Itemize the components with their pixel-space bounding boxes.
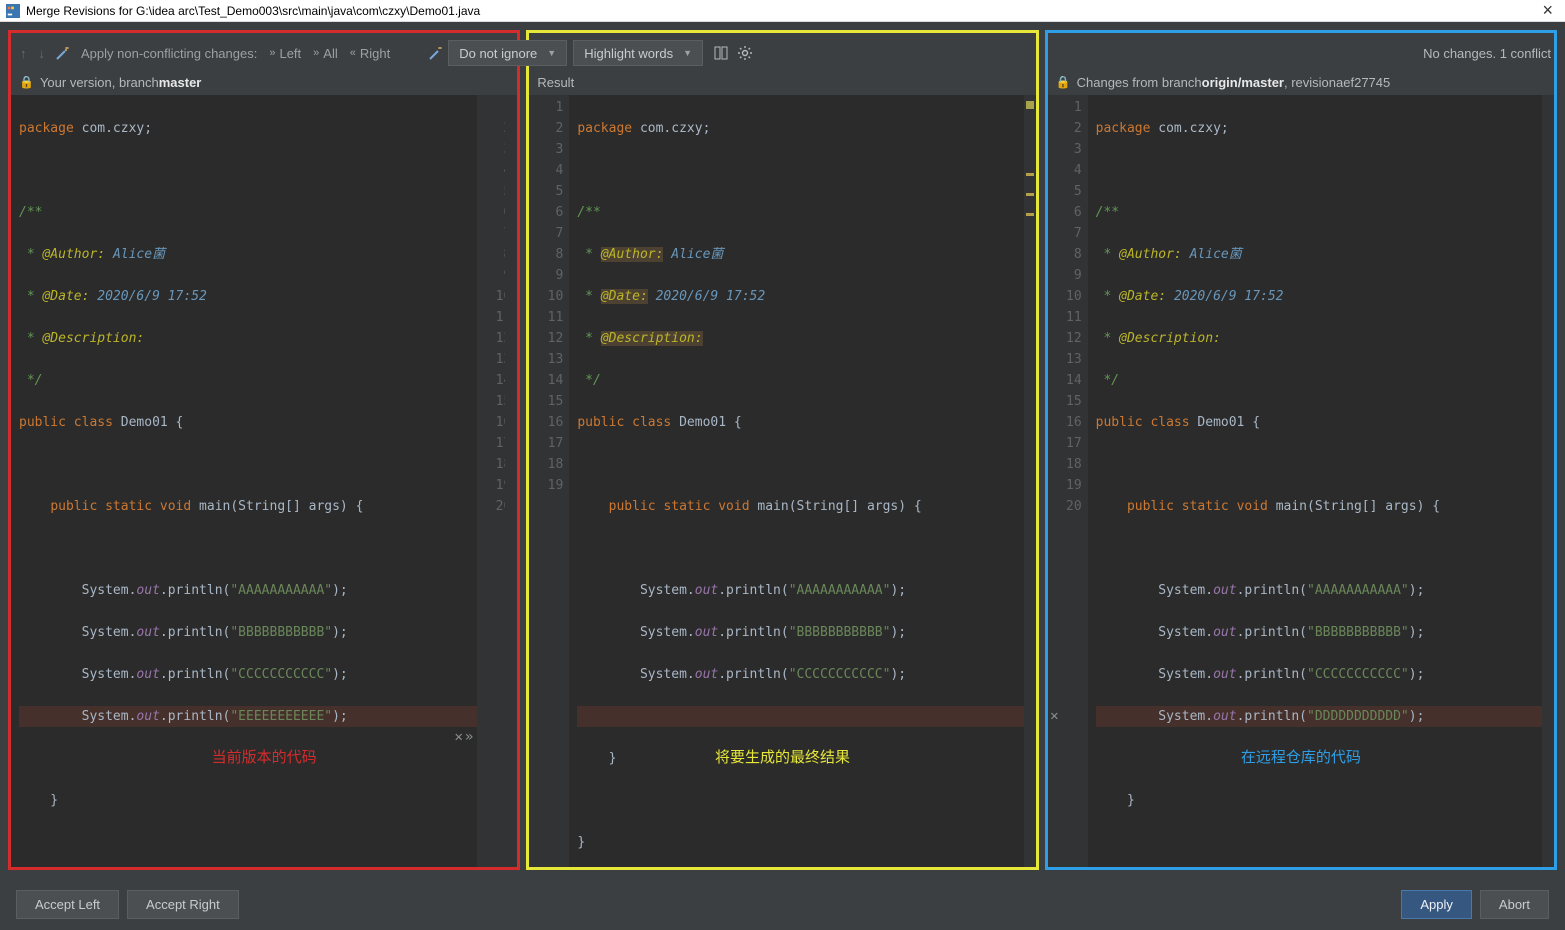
left-subheader: 🔒 Your version, branch master <box>11 69 517 95</box>
bottom-bar: Accept Left Accept Right Apply Abort <box>0 878 1565 930</box>
result-gutter: 12345678910111213141516171819 <box>529 95 569 867</box>
result-subheader: Result <box>529 69 1035 95</box>
merge-status: No changes. 1 conflict <box>1423 46 1551 61</box>
right-code: package com.czxy; /** * @Author: Alice菌 … <box>1088 95 1554 867</box>
result-code: package com.czxy; /** * @Author: Alice菌 … <box>569 95 1035 867</box>
apply-left-button[interactable]: »Left <box>263 42 307 65</box>
accept-right-button[interactable]: Accept Right <box>127 890 239 919</box>
settings-gear-icon[interactable] <box>736 44 754 62</box>
lock-icon: 🔒 <box>19 75 34 89</box>
left-code: package com.czxy; /** * @Author: Alice菌 … <box>11 95 477 867</box>
right-pane: 🔒 Changes from branch origin/master , re… <box>1045 30 1557 870</box>
apply-nonconflict-label: Apply non-conflicting changes: <box>75 42 263 65</box>
ignore-dropdown[interactable]: Do not ignore▼ <box>448 40 567 66</box>
sync-scroll-icon[interactable] <box>712 44 730 62</box>
workspace: ↑ ↓ Apply non-conflicting changes: »Left… <box>0 22 1565 878</box>
left-editor[interactable]: package com.czxy; /** * @Author: Alice菌 … <box>11 95 517 867</box>
highlight-dropdown[interactable]: Highlight words▼ <box>573 40 703 66</box>
magic-wand-icon[interactable] <box>54 44 72 62</box>
accept-left-button[interactable]: Accept Left <box>16 890 119 919</box>
result-markers <box>1024 95 1036 867</box>
apply-button[interactable]: Apply <box>1401 890 1472 919</box>
left-pane: 🔒 Your version, branch master ✔ package … <box>8 30 520 870</box>
right-editor[interactable]: 1234567891011121314151617181920 package … <box>1048 95 1554 867</box>
accept-change-icon[interactable]: » <box>465 727 473 748</box>
right-gutter: 1234567891011121314151617181920 <box>1048 95 1088 867</box>
apply-all-button[interactable]: »All <box>307 42 344 65</box>
reject-change-icon[interactable]: ✕ <box>1050 706 1058 727</box>
right-subheader: 🔒 Changes from branch origin/master , re… <box>1048 69 1554 95</box>
apply-right-button[interactable]: «Right <box>344 42 396 65</box>
merge-toolbar: ↑ ↓ Apply non-conflicting changes: »Left… <box>14 36 1551 70</box>
close-icon[interactable]: × <box>1536 0 1559 21</box>
abort-button[interactable]: Abort <box>1480 890 1549 919</box>
app-icon <box>6 4 20 18</box>
next-change-button[interactable]: ↓ <box>33 42 52 65</box>
reject-change-icon[interactable]: ✕ <box>454 727 462 748</box>
lock-icon: 🔒 <box>1056 75 1071 89</box>
title-bar: Merge Revisions for G:\idea arc\Test_Dem… <box>0 0 1565 22</box>
window-title: Merge Revisions for G:\idea arc\Test_Dem… <box>26 4 1536 18</box>
prev-change-button[interactable]: ↑ <box>14 42 33 65</box>
result-pane: Result 12345678910111213141516171819 pac… <box>526 30 1038 870</box>
result-editor[interactable]: 12345678910111213141516171819 package co… <box>529 95 1035 867</box>
magic-resolve-icon[interactable] <box>427 44 445 62</box>
